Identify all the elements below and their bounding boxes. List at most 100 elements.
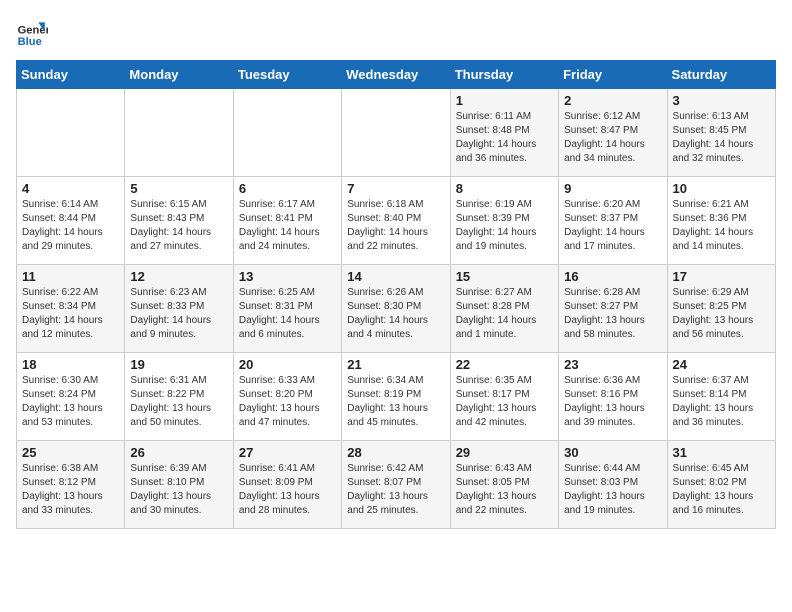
calendar-cell: 16Sunrise: 6:28 AM Sunset: 8:27 PM Dayli… xyxy=(559,265,667,353)
day-info: Sunrise: 6:44 AM Sunset: 8:03 PM Dayligh… xyxy=(564,462,661,518)
calendar-cell: 8 Sunrise: 6:19 AM Sunset: 8:39 PM Daylig… xyxy=(450,177,558,265)
day-info: Sunrise: 6:27 AM Sunset: 8:28 PM Dayligh… xyxy=(456,286,553,342)
calendar-week-row: 1 Sunrise: 6:11 AM Sunset: 8:48 PM Daylig… xyxy=(17,89,776,177)
calendar-header-row: SundayMondayTuesdayWednesdayThursdayFrid… xyxy=(17,61,776,89)
calendar-cell: 5Sunrise: 6:15 AM Sunset: 8:43 PM Daylig… xyxy=(125,177,233,265)
calendar-cell: 13Sunrise: 6:25 AM Sunset: 8:31 PM Dayli… xyxy=(233,265,341,353)
day-number: 10 xyxy=(673,181,770,196)
day-info: Sunrise: 6:43 AM Sunset: 8:05 PM Dayligh… xyxy=(456,462,553,518)
calendar-week-row: 11 Sunrise: 6:22 AM Sunset: 8:34 PM Dayli… xyxy=(17,265,776,353)
day-number: 7 xyxy=(347,181,444,196)
calendar-cell: 29 Sunrise: 6:43 AM Sunset: 8:05 PM Dayli… xyxy=(450,441,558,529)
day-info: Sunrise: 6:30 AM Sunset: 8:24 PM Dayligh… xyxy=(22,374,119,430)
day-info: Sunrise: 6:25 AM Sunset: 8:31 PM Dayligh… xyxy=(239,286,336,342)
calendar-cell: 22Sunrise: 6:35 AM Sunset: 8:17 PM Dayli… xyxy=(450,353,558,441)
day-info: Sunrise: 6:29 AM Sunset: 8:25 PM Dayligh… xyxy=(673,286,770,342)
calendar-cell: 19Sunrise: 6:31 AM Sunset: 8:22 PM Dayli… xyxy=(125,353,233,441)
calendar-cell: 11 Sunrise: 6:22 AM Sunset: 8:34 PM Dayli… xyxy=(17,265,125,353)
page-header: General Blue xyxy=(16,16,776,48)
day-info: Sunrise: 6:36 AM Sunset: 8:16 PM Dayligh… xyxy=(564,374,661,430)
day-number: 6 xyxy=(239,181,336,196)
calendar-cell: 18 Sunrise: 6:30 AM Sunset: 8:24 PM Dayli… xyxy=(17,353,125,441)
day-info: Sunrise: 6:39 AM Sunset: 8:10 PM Dayligh… xyxy=(130,462,227,518)
col-header-saturday: Saturday xyxy=(667,61,775,89)
day-number: 29 xyxy=(456,445,553,460)
day-info: Sunrise: 6:41 AM Sunset: 8:09 PM Dayligh… xyxy=(239,462,336,518)
day-number: 4 xyxy=(22,181,119,196)
day-info: Sunrise: 6:45 AM Sunset: 8:02 PM Dayligh… xyxy=(673,462,770,518)
day-number: 9 xyxy=(564,181,661,196)
day-number: 8 xyxy=(456,181,553,196)
calendar-cell: 20 Sunrise: 6:33 AM Sunset: 8:20 PM Dayli… xyxy=(233,353,341,441)
day-number: 18 xyxy=(22,357,119,372)
calendar-cell: 15 Sunrise: 6:27 AM Sunset: 8:28 PM Dayli… xyxy=(450,265,558,353)
calendar-cell: 27 Sunrise: 6:41 AM Sunset: 8:09 PM Dayli… xyxy=(233,441,341,529)
calendar-cell xyxy=(125,89,233,177)
calendar-table: SundayMondayTuesdayWednesdayThursdayFrid… xyxy=(16,60,776,529)
day-number: 1 xyxy=(456,93,553,108)
day-number: 30 xyxy=(564,445,661,460)
day-number: 20 xyxy=(239,357,336,372)
day-info: Sunrise: 6:22 AM Sunset: 8:34 PM Dayligh… xyxy=(22,286,119,342)
calendar-cell: 1 Sunrise: 6:11 AM Sunset: 8:48 PM Daylig… xyxy=(450,89,558,177)
calendar-cell: 6 Sunrise: 6:17 AM Sunset: 8:41 PM Daylig… xyxy=(233,177,341,265)
day-number: 26 xyxy=(130,445,227,460)
calendar-cell: 24 Sunrise: 6:37 AM Sunset: 8:14 PM Dayli… xyxy=(667,353,775,441)
day-number: 5 xyxy=(130,181,227,196)
calendar-week-row: 4 Sunrise: 6:14 AM Sunset: 8:44 PM Daylig… xyxy=(17,177,776,265)
calendar-cell: 31 Sunrise: 6:45 AM Sunset: 8:02 PM Dayli… xyxy=(667,441,775,529)
day-number: 15 xyxy=(456,269,553,284)
day-number: 24 xyxy=(673,357,770,372)
day-number: 14 xyxy=(347,269,444,284)
day-number: 31 xyxy=(673,445,770,460)
calendar-cell: 3 Sunrise: 6:13 AM Sunset: 8:45 PM Daylig… xyxy=(667,89,775,177)
day-info: Sunrise: 6:23 AM Sunset: 8:33 PM Dayligh… xyxy=(130,286,227,342)
day-info: Sunrise: 6:11 AM Sunset: 8:48 PM Dayligh… xyxy=(456,110,553,166)
calendar-cell xyxy=(342,89,450,177)
calendar-cell: 9Sunrise: 6:20 AM Sunset: 8:37 PM Daylig… xyxy=(559,177,667,265)
day-number: 23 xyxy=(564,357,661,372)
day-info: Sunrise: 6:17 AM Sunset: 8:41 PM Dayligh… xyxy=(239,198,336,254)
day-number: 2 xyxy=(564,93,661,108)
col-header-monday: Monday xyxy=(125,61,233,89)
day-info: Sunrise: 6:26 AM Sunset: 8:30 PM Dayligh… xyxy=(347,286,444,342)
day-info: Sunrise: 6:13 AM Sunset: 8:45 PM Dayligh… xyxy=(673,110,770,166)
logo-icon: General Blue xyxy=(16,16,48,48)
calendar-cell: 30 Sunrise: 6:44 AM Sunset: 8:03 PM Dayli… xyxy=(559,441,667,529)
day-info: Sunrise: 6:18 AM Sunset: 8:40 PM Dayligh… xyxy=(347,198,444,254)
day-info: Sunrise: 6:35 AM Sunset: 8:17 PM Dayligh… xyxy=(456,374,553,430)
day-info: Sunrise: 6:38 AM Sunset: 8:12 PM Dayligh… xyxy=(22,462,119,518)
logo: General Blue xyxy=(16,16,52,48)
day-info: Sunrise: 6:28 AM Sunset: 8:27 PM Dayligh… xyxy=(564,286,661,342)
day-info: Sunrise: 6:21 AM Sunset: 8:36 PM Dayligh… xyxy=(673,198,770,254)
col-header-thursday: Thursday xyxy=(450,61,558,89)
day-number: 25 xyxy=(22,445,119,460)
day-info: Sunrise: 6:37 AM Sunset: 8:14 PM Dayligh… xyxy=(673,374,770,430)
calendar-week-row: 18 Sunrise: 6:30 AM Sunset: 8:24 PM Dayli… xyxy=(17,353,776,441)
calendar-cell xyxy=(233,89,341,177)
day-info: Sunrise: 6:14 AM Sunset: 8:44 PM Dayligh… xyxy=(22,198,119,254)
calendar-cell: 10 Sunrise: 6:21 AM Sunset: 8:36 PM Dayli… xyxy=(667,177,775,265)
day-number: 3 xyxy=(673,93,770,108)
day-info: Sunrise: 6:34 AM Sunset: 8:19 PM Dayligh… xyxy=(347,374,444,430)
day-number: 11 xyxy=(22,269,119,284)
calendar-cell: 17 Sunrise: 6:29 AM Sunset: 8:25 PM Dayli… xyxy=(667,265,775,353)
day-number: 27 xyxy=(239,445,336,460)
calendar-cell: 26 Sunrise: 6:39 AM Sunset: 8:10 PM Dayli… xyxy=(125,441,233,529)
calendar-week-row: 25 Sunrise: 6:38 AM Sunset: 8:12 PM Dayli… xyxy=(17,441,776,529)
day-info: Sunrise: 6:12 AM Sunset: 8:47 PM Dayligh… xyxy=(564,110,661,166)
col-header-sunday: Sunday xyxy=(17,61,125,89)
calendar-cell: 21 Sunrise: 6:34 AM Sunset: 8:19 PM Dayli… xyxy=(342,353,450,441)
calendar-cell: 2 Sunrise: 6:12 AM Sunset: 8:47 PM Daylig… xyxy=(559,89,667,177)
day-number: 28 xyxy=(347,445,444,460)
day-info: Sunrise: 6:19 AM Sunset: 8:39 PM Dayligh… xyxy=(456,198,553,254)
calendar-cell: 12Sunrise: 6:23 AM Sunset: 8:33 PM Dayli… xyxy=(125,265,233,353)
calendar-cell: 4 Sunrise: 6:14 AM Sunset: 8:44 PM Daylig… xyxy=(17,177,125,265)
day-number: 19 xyxy=(130,357,227,372)
calendar-cell: 23 Sunrise: 6:36 AM Sunset: 8:16 PM Dayli… xyxy=(559,353,667,441)
day-number: 17 xyxy=(673,269,770,284)
col-header-tuesday: Tuesday xyxy=(233,61,341,89)
calendar-cell: 28Sunrise: 6:42 AM Sunset: 8:07 PM Dayli… xyxy=(342,441,450,529)
day-info: Sunrise: 6:33 AM Sunset: 8:20 PM Dayligh… xyxy=(239,374,336,430)
day-number: 21 xyxy=(347,357,444,372)
